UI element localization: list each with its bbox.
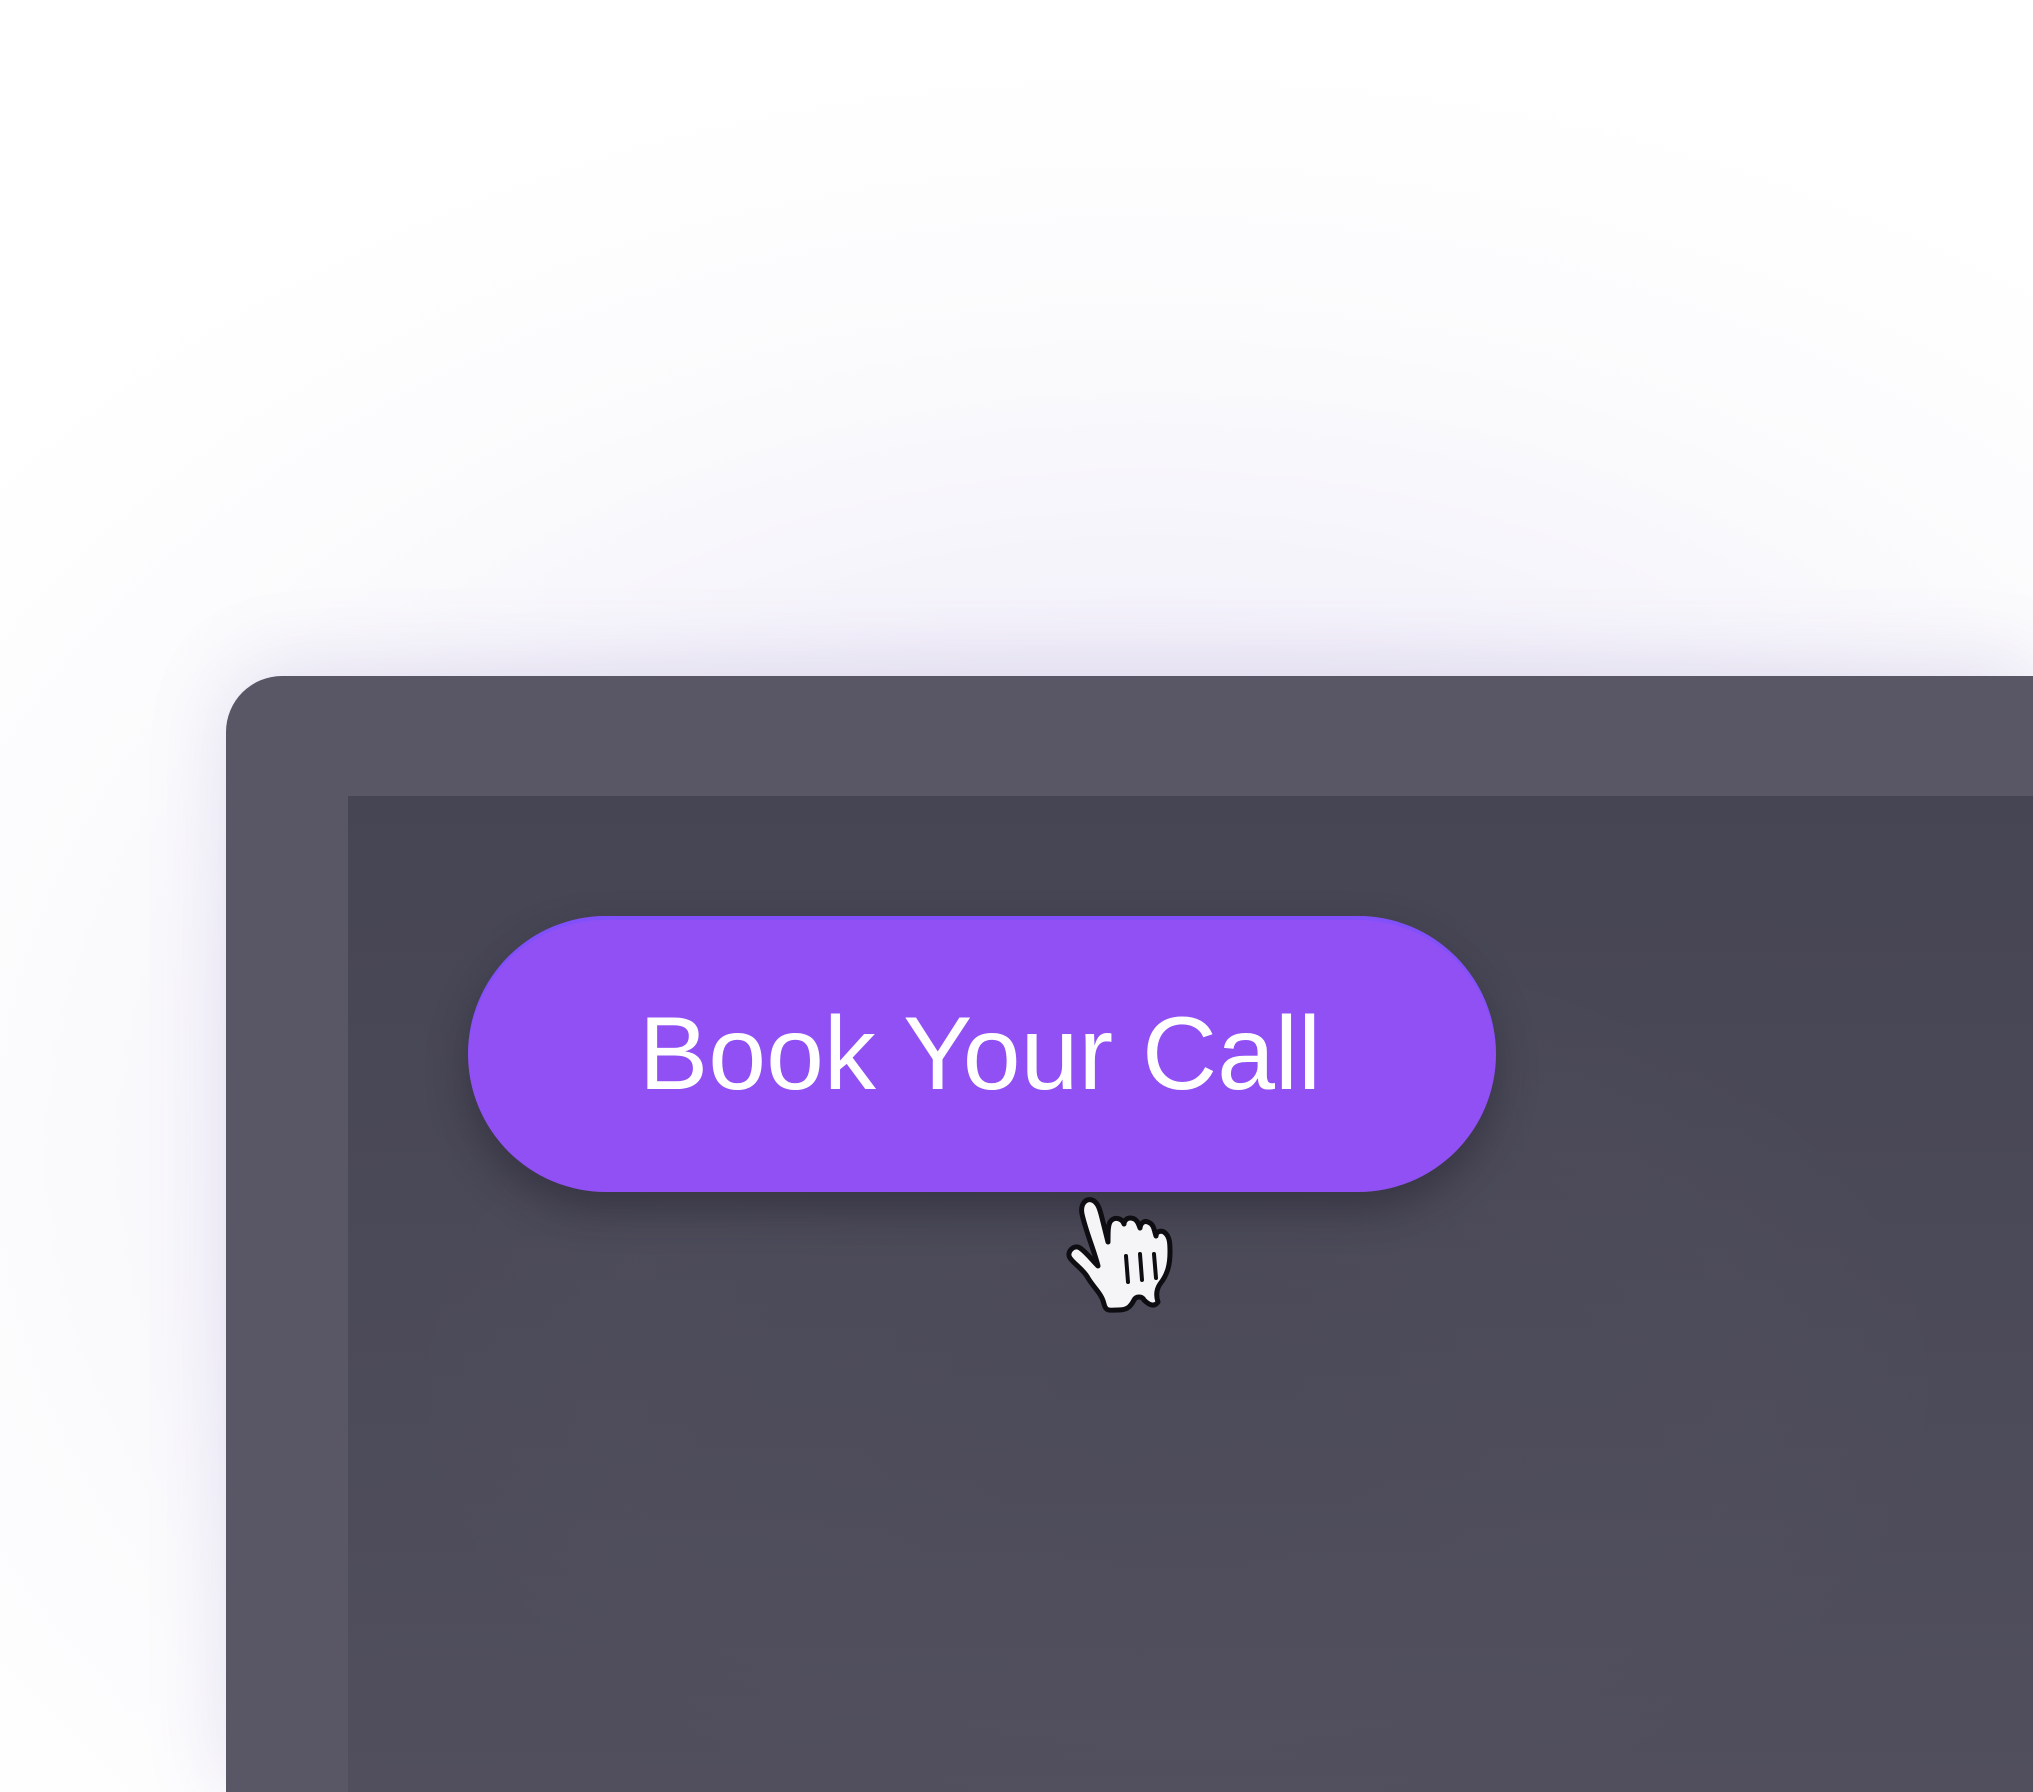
- hand-pointer-icon: [1066, 1197, 1173, 1313]
- book-call-button[interactable]: Book Your Call: [468, 916, 1496, 1192]
- book-call-button-label: Book Your Call: [638, 995, 1322, 1112]
